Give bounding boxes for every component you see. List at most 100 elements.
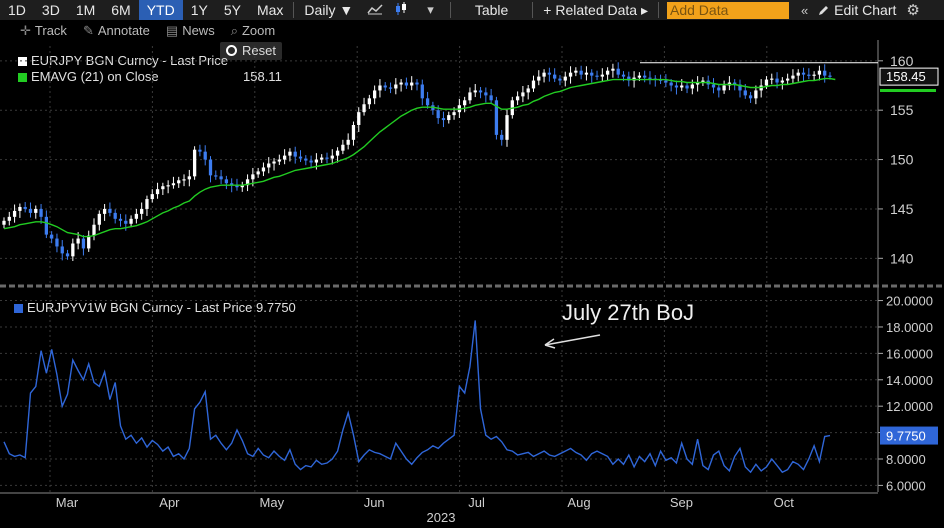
candle-body	[616, 68, 620, 75]
candle-body	[256, 171, 260, 175]
candle-body	[425, 98, 430, 106]
candle-body	[388, 87, 393, 89]
candle-body	[150, 194, 154, 200]
candle-body	[208, 159, 213, 176]
candle-body	[50, 234, 54, 239]
candle-body	[102, 208, 107, 214]
candle-body	[28, 208, 33, 213]
candle-body	[801, 72, 806, 75]
candle-body	[272, 161, 276, 164]
candle-body	[621, 74, 626, 77]
candle-body	[669, 82, 673, 86]
candle-body	[531, 80, 536, 89]
candle-body	[219, 176, 223, 180]
x-tick-label: Oct	[774, 495, 795, 510]
candle-body	[605, 70, 610, 75]
candle-body	[743, 90, 747, 96]
candle-body	[171, 183, 176, 186]
candle-body	[553, 74, 557, 79]
candle-body	[65, 253, 70, 257]
candle-body	[500, 134, 504, 140]
candle-body	[320, 157, 324, 160]
candle-body	[780, 80, 784, 83]
candle-body	[590, 72, 594, 76]
vol-last-value-label: 9.7750	[886, 429, 926, 444]
candle-body	[526, 88, 530, 93]
candle-body	[711, 84, 716, 88]
candle-body	[817, 70, 822, 75]
candle-body	[600, 74, 604, 77]
candle-body	[177, 180, 181, 184]
candle-body	[203, 151, 207, 160]
candle-body	[674, 85, 679, 88]
candle-body	[351, 125, 356, 140]
candle-body	[198, 149, 202, 152]
candle-body	[595, 75, 599, 77]
last-price-label: 158.45	[886, 69, 926, 84]
candle-body	[383, 85, 387, 88]
candle-body	[87, 235, 91, 249]
candle-body	[489, 95, 493, 101]
candle-body	[399, 82, 403, 85]
candle-body	[754, 90, 758, 99]
x-tick-label: Aug	[567, 495, 590, 510]
candle-body	[584, 72, 589, 75]
candle-body	[362, 104, 366, 113]
candle-body	[335, 150, 340, 156]
candle-body	[505, 115, 509, 140]
candle-body	[558, 78, 562, 81]
candle-body	[537, 76, 541, 81]
candle-body	[436, 110, 440, 119]
candle-body	[34, 208, 38, 213]
x-tick-label: Apr	[159, 495, 180, 510]
candle-body	[372, 90, 377, 99]
y-tick-label: 160	[890, 53, 914, 69]
candle-body	[447, 115, 451, 121]
candle-body	[410, 82, 414, 86]
x-tick-label: Jul	[468, 495, 485, 510]
y-tick-label: 8.0000	[886, 452, 926, 467]
candle-body	[251, 174, 255, 180]
candle-body	[2, 220, 6, 225]
candle-body	[113, 212, 117, 219]
candle-body	[309, 160, 313, 163]
y-tick-label: 18.0000	[886, 320, 933, 335]
x-tick-label: Mar	[56, 495, 79, 510]
candle-body	[18, 206, 22, 211]
candle-body	[420, 84, 424, 99]
candle-body	[145, 199, 149, 209]
candle-body	[394, 84, 398, 89]
y-tick-label: 20.0000	[886, 294, 933, 309]
candle-body	[748, 95, 753, 99]
candle-body	[60, 246, 64, 254]
candle-body	[378, 85, 382, 91]
candle-body	[823, 70, 827, 76]
candle-body	[124, 220, 128, 224]
candle-body	[214, 175, 218, 177]
candle-body	[282, 155, 287, 160]
candle-body	[140, 208, 144, 214]
candle-body	[97, 213, 101, 225]
candle-body	[568, 72, 573, 77]
candle-body	[277, 159, 281, 162]
candle-body	[23, 206, 27, 209]
candle-body	[521, 92, 525, 97]
candle-body	[807, 74, 811, 76]
candle-body	[775, 78, 779, 83]
y-tick-label: 145	[890, 201, 914, 217]
x-tick-label: Jun	[364, 495, 385, 510]
candle-body	[155, 189, 160, 195]
ema-line	[3, 77, 836, 238]
chart-area: Mar Apr May Jun Jul Aug Sep Oct 2023 140 145 150 155…	[0, 40, 944, 525]
candle-body	[574, 70, 578, 73]
candle-body	[415, 82, 419, 85]
candle-body	[192, 149, 197, 177]
candle-body	[690, 84, 694, 89]
y-tick-label: 155	[890, 102, 914, 118]
y-tick-label: 150	[890, 152, 914, 168]
candle-body	[293, 151, 297, 157]
x-tick-label: Sep	[670, 495, 693, 510]
candle-body	[325, 157, 329, 159]
candle-body	[680, 85, 684, 88]
candle-body	[129, 218, 133, 224]
